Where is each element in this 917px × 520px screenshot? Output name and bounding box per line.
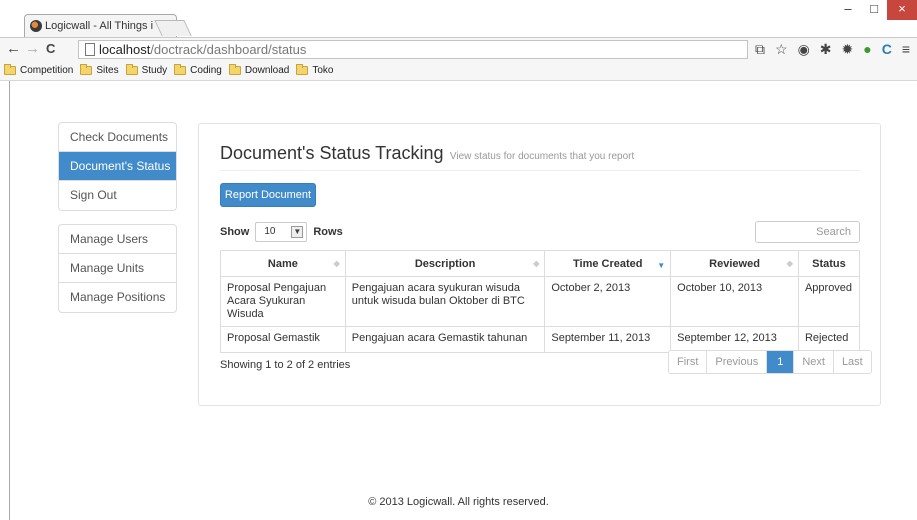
browser-toolbar: ← → C localhost/doctrack/dashboard/statu…: [0, 37, 917, 61]
pagination-next[interactable]: Next: [794, 351, 834, 373]
bookmarks-bar: Competition Sites Study Coding Download …: [0, 61, 917, 81]
pagination-last[interactable]: Last: [833, 351, 871, 373]
cell-status-link[interactable]: Rejected: [797, 326, 861, 353]
chevron-down-icon: ▼: [291, 226, 304, 238]
pagination-previous[interactable]: Previous: [707, 351, 768, 373]
extension-sparkle-icon[interactable]: ✱: [820, 41, 832, 57]
sidebar-item-check-documents[interactable]: Check Documents: [59, 123, 176, 152]
search-input[interactable]: [755, 221, 860, 243]
sidebar-item-manage-positions[interactable]: Manage Positions: [59, 283, 176, 312]
cell-time-created: October 2, 2013: [544, 276, 672, 327]
folder-icon: [4, 64, 16, 75]
page-icon: [85, 43, 95, 56]
maximize-button[interactable]: □: [861, 0, 887, 20]
show-label: Show: [220, 226, 250, 238]
cell-description: Pengajuan acara Gemastik tahunan: [344, 326, 546, 353]
table-info: Showing 1 to 2 of 2 entries: [220, 359, 351, 371]
column-header-name[interactable]: Name ◆: [220, 250, 346, 277]
forward-arrow-icon[interactable]: →: [25, 40, 40, 58]
table-row: Proposal Pengajuan Acara Syukuran Wisuda…: [220, 276, 861, 327]
table-row: Proposal Gemastik Pengajuan acara Gemast…: [220, 326, 861, 353]
toolbar-icons: ⧉ ☆ ◉ ✱ ✹ ● C ≡: [755, 41, 910, 57]
page-title: Document's Status Tracking: [220, 143, 444, 163]
sidebar-item-manage-units[interactable]: Manage Units: [59, 254, 176, 283]
cell-name: Proposal Pengajuan Acara Syukuran Wisuda: [220, 276, 346, 327]
pagination: First Previous 1 Next Last: [668, 350, 872, 374]
sort-icon: ◆: [533, 259, 540, 268]
rows-label: Rows: [313, 226, 343, 238]
back-arrow-icon[interactable]: ←: [6, 40, 21, 58]
browser-chrome: Logicwall - All Things is L × – □ × ← → …: [0, 0, 917, 86]
new-tab-button[interactable]: [154, 20, 192, 36]
site-favicon-icon: [30, 20, 42, 32]
cell-reviewed-link[interactable]: October 10, 2013: [670, 276, 799, 327]
sort-descending-icon: ▼: [657, 261, 666, 270]
page-header: Document's Status Tracking View status f…: [220, 143, 860, 171]
documents-table: Name ◆ Description ◆ Time Created ▼ Reviewe…: [220, 250, 861, 353]
tab-title: Logicwall - All Things is L: [45, 20, 153, 32]
cell-time-created: September 11, 2013: [544, 326, 672, 353]
sidebar-nav-admin: Manage Users Manage Units Manage Positio…: [58, 224, 177, 313]
sort-icon: ◆: [786, 259, 793, 268]
menu-icon[interactable]: ≡: [902, 41, 910, 57]
cell-description: Pengajuan acara syukuran wisuda untuk wi…: [344, 276, 546, 327]
url-host: localhost: [99, 42, 151, 57]
browser-tab[interactable]: Logicwall - All Things is L ×: [24, 14, 177, 38]
column-header-description[interactable]: Description ◆: [344, 250, 546, 277]
column-header-status[interactable]: Status: [797, 250, 861, 277]
cell-name: Proposal Gemastik: [220, 326, 346, 353]
report-document-button[interactable]: Report Document: [220, 183, 316, 207]
url-path: /doctrack/dashboard/status: [150, 42, 307, 57]
column-header-reviewed[interactable]: Reviewed ◆: [670, 250, 799, 277]
column-header-time-created[interactable]: Time Created ▼: [544, 250, 672, 277]
bookmark-coding[interactable]: Coding: [174, 64, 222, 76]
sidebar-item-manage-users[interactable]: Manage Users: [59, 225, 176, 254]
address-bar[interactable]: localhost/doctrack/dashboard/status: [78, 40, 748, 59]
bookmark-competition[interactable]: Competition: [4, 64, 73, 76]
reload-icon[interactable]: C: [46, 40, 55, 58]
folder-icon: [125, 64, 138, 75]
main-panel: Document's Status Tracking View status f…: [198, 123, 881, 406]
sidebar-item-sign-out[interactable]: Sign Out: [59, 181, 176, 210]
pagination-page-1[interactable]: 1: [767, 351, 795, 373]
bookmark-toko[interactable]: Toko: [296, 64, 333, 76]
sidebar-nav-main: Check Documents Document's Status Sign O…: [58, 122, 177, 211]
bookmark-sites[interactable]: Sites: [80, 64, 119, 76]
extension-green-icon[interactable]: ●: [863, 41, 871, 57]
folder-icon: [80, 64, 93, 75]
window-border: [9, 81, 10, 520]
rows-select-value: 10: [264, 226, 276, 237]
folder-icon: [296, 64, 309, 75]
cell-reviewed-link[interactable]: September 12, 2013: [670, 326, 799, 353]
sort-icon: ◆: [333, 259, 340, 268]
pagination-first[interactable]: First: [669, 351, 708, 373]
rows-length-control: Show 10 ▼ Rows: [220, 222, 343, 242]
footer-copyright: © 2013 Logicwall. All rights reserved.: [368, 496, 549, 508]
folder-icon: [174, 64, 187, 75]
extension-c-icon[interactable]: C: [882, 41, 892, 57]
folder-icon: [228, 64, 241, 75]
bookmark-study[interactable]: Study: [125, 64, 167, 76]
minimize-button[interactable]: –: [835, 0, 861, 20]
tab-strip: Logicwall - All Things is L × – □ ×: [0, 0, 917, 38]
cell-status: Approved: [797, 276, 861, 327]
rows-select[interactable]: 10 ▼: [255, 222, 308, 242]
table-header-row: Name ◆ Description ◆ Time Created ▼ Reviewe…: [220, 250, 861, 277]
extension-gear-icon[interactable]: ✹: [842, 41, 854, 57]
page-subtitle: View status for documents that you repor…: [449, 151, 635, 162]
window-controls: – □ ×: [835, 0, 917, 20]
sidebar-item-documents-status[interactable]: Document's Status: [59, 152, 176, 181]
extension-globe-icon[interactable]: ◉: [798, 41, 810, 57]
bookmark-download[interactable]: Download: [228, 64, 289, 76]
bookmark-star-icon[interactable]: ☆: [775, 41, 788, 57]
page-action-icon[interactable]: ⧉: [755, 41, 765, 57]
close-window-button[interactable]: ×: [887, 0, 917, 20]
